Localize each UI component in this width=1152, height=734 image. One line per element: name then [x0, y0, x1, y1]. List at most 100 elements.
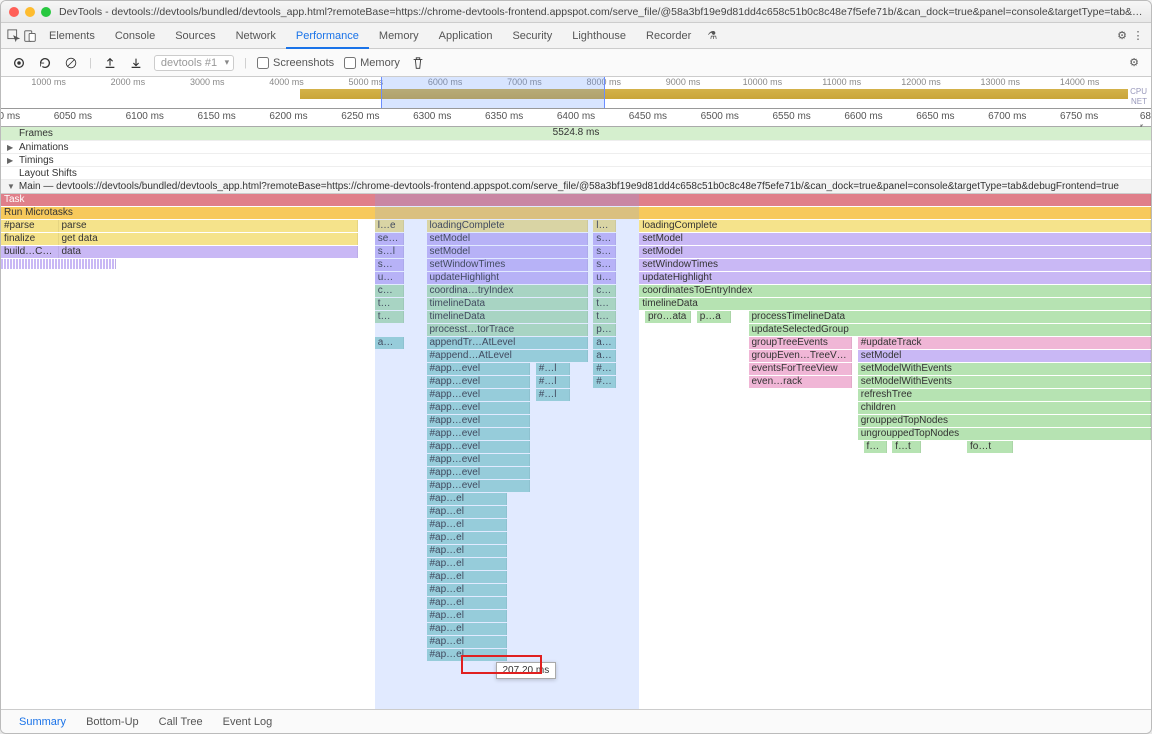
flame-bar[interactable]: #…l [593, 376, 616, 388]
details-tab-bottom-up[interactable]: Bottom-Up [76, 712, 149, 732]
flame-bar[interactable]: appendTr…AtLevel [427, 337, 588, 349]
flame-bar[interactable]: updateSelectedGroup [749, 324, 1152, 336]
flame-bar[interactable]: groupTreeEvents [749, 337, 853, 349]
tab-elements[interactable]: Elements [39, 25, 105, 47]
tab-recorder[interactable]: Recorder [636, 25, 701, 47]
flame-bar[interactable]: #ap…el [427, 649, 508, 661]
flame-bar[interactable]: #app…evel [427, 441, 531, 453]
flask-icon[interactable]: ⚗ [705, 29, 719, 43]
tab-sources[interactable]: Sources [165, 25, 225, 47]
flame-bar[interactable]: setModelWithEvents [858, 376, 1151, 388]
details-tab-summary[interactable]: Summary [9, 712, 76, 732]
memory-checkbox[interactable]: Memory [344, 57, 400, 69]
flame-bar[interactable]: #app…evel [427, 402, 531, 414]
flame-bar[interactable]: setModel [858, 350, 1151, 362]
flame-bar[interactable]: timelineData [639, 298, 1151, 310]
flame-bar[interactable]: #ap…el [427, 584, 508, 596]
inspect-icon[interactable] [7, 29, 21, 43]
flame-bar[interactable]: p… [593, 324, 616, 336]
details-tab-event-log[interactable]: Event Log [213, 712, 283, 732]
flame-bar[interactable]: #app…evel [427, 480, 531, 492]
flame-bar[interactable]: build…Calls [1, 246, 59, 258]
flame-bar[interactable]: c… [593, 285, 616, 297]
flame-bar[interactable]: Task [1, 194, 1151, 206]
flame-bar[interactable]: #… [593, 363, 616, 375]
disclosure-icon[interactable]: ▼ [7, 182, 15, 191]
flame-bar[interactable]: #ap…el [427, 558, 508, 570]
flame-bar[interactable]: se…l [375, 233, 404, 245]
flame-bar[interactable]: #ap…el [427, 623, 508, 635]
layout-shifts-track[interactable]: Layout Shifts [1, 167, 1151, 180]
flame-bar[interactable]: #app…evel [427, 467, 531, 479]
flame-bar[interactable]: even…rack [749, 376, 853, 388]
flame-bar[interactable]: #append…AtLevel [427, 350, 588, 362]
flame-bar[interactable]: s… [593, 246, 616, 258]
clear-button[interactable] [63, 55, 79, 71]
flame-bar[interactable]: setModel [639, 246, 1151, 258]
gear-icon[interactable]: ⚙ [1115, 29, 1129, 43]
flame-bar[interactable]: pro…ata [645, 311, 691, 323]
flame-bar[interactable]: s…l [375, 246, 404, 258]
flame-bar[interactable]: #updateTrack [858, 337, 1151, 349]
flame-bar[interactable]: #app…evel [427, 415, 531, 427]
tab-lighthouse[interactable]: Lighthouse [562, 25, 636, 47]
flame-bar[interactable]: refreshTree [858, 389, 1151, 401]
flame-bar[interactable]: #app…evel [427, 428, 531, 440]
flame-bar[interactable]: Run Microtasks [1, 207, 1151, 219]
flame-bar[interactable]: u… [593, 272, 616, 284]
flame-bar[interactable]: ungrouppedTopNodes [858, 428, 1151, 440]
flame-bar[interactable]: #ap…el [427, 636, 508, 648]
profile-select[interactable]: devtools #1 [154, 55, 234, 71]
settings-icon[interactable]: ⚙ [1127, 56, 1141, 70]
trash-icon[interactable] [410, 55, 426, 71]
close-icon[interactable] [9, 7, 19, 17]
flame-bar[interactable]: t… [593, 311, 616, 323]
download-button[interactable] [128, 55, 144, 71]
overview-selection[interactable] [381, 77, 605, 108]
flame-bar[interactable]: #app…evel [427, 389, 531, 401]
flame-bar[interactable]: loadingComplete [427, 220, 588, 232]
flame-bar[interactable]: l… [593, 220, 616, 232]
screenshots-checkbox[interactable]: Screenshots [257, 57, 334, 69]
record-button[interactable] [11, 55, 27, 71]
frames-track[interactable]: Frames 5524.8 ms [1, 127, 1151, 141]
flame-bar[interactable]: s… [593, 259, 616, 271]
zoom-icon[interactable] [41, 7, 51, 17]
reload-record-button[interactable] [37, 55, 53, 71]
flame-bar[interactable]: coordina…tryIndex [427, 285, 588, 297]
timings-track[interactable]: ▶ Timings [1, 154, 1151, 167]
tab-application[interactable]: Application [429, 25, 503, 47]
details-tab-call-tree[interactable]: Call Tree [149, 712, 213, 732]
flame-bar[interactable]: c… [375, 285, 404, 297]
minimize-icon[interactable] [25, 7, 35, 17]
flame-bar[interactable]: children [858, 402, 1151, 414]
flame-chart[interactable]: TaskRun Microtasks#parseparsel…eloadingC… [1, 194, 1151, 709]
flame-bar[interactable]: #ap…el [427, 519, 508, 531]
tab-memory[interactable]: Memory [369, 25, 429, 47]
flame-bar[interactable]: #ap…el [427, 532, 508, 544]
upload-button[interactable] [102, 55, 118, 71]
flame-bar[interactable]: #…l [536, 363, 571, 375]
flame-bar[interactable]: p…a [697, 311, 732, 323]
flame-bar[interactable]: parse [59, 220, 358, 232]
time-ruler[interactable]: 6000 ms6050 ms6100 ms6150 ms6200 ms6250 … [1, 109, 1151, 127]
flame-bar[interactable]: setModel [427, 233, 588, 245]
flame-bar[interactable]: #app…evel [427, 363, 531, 375]
flame-bar[interactable]: #ap…el [427, 545, 508, 557]
flame-bar[interactable]: a… [593, 350, 616, 362]
flame-bar[interactable]: #ap…el [427, 597, 508, 609]
flame-bar[interactable]: setModel [639, 233, 1151, 245]
tab-console[interactable]: Console [105, 25, 165, 47]
flame-bar[interactable]: #parse [1, 220, 59, 232]
flame-bar[interactable]: #…l [536, 376, 571, 388]
tab-security[interactable]: Security [502, 25, 562, 47]
flame-bar[interactable]: updateHighlight [639, 272, 1151, 284]
flame-bar[interactable]: updateHighlight [427, 272, 588, 284]
flame-bar[interactable]: #ap…el [427, 493, 508, 505]
flame-bar[interactable]: setModel [427, 246, 588, 258]
flame-bar[interactable]: #app…evel [427, 454, 531, 466]
flame-bar[interactable]: setWindowTimes [427, 259, 588, 271]
flame-bar[interactable]: eventsForTreeView [749, 363, 853, 375]
flame-bar[interactable]: a… [593, 337, 616, 349]
flame-bar[interactable]: f… [864, 441, 887, 453]
